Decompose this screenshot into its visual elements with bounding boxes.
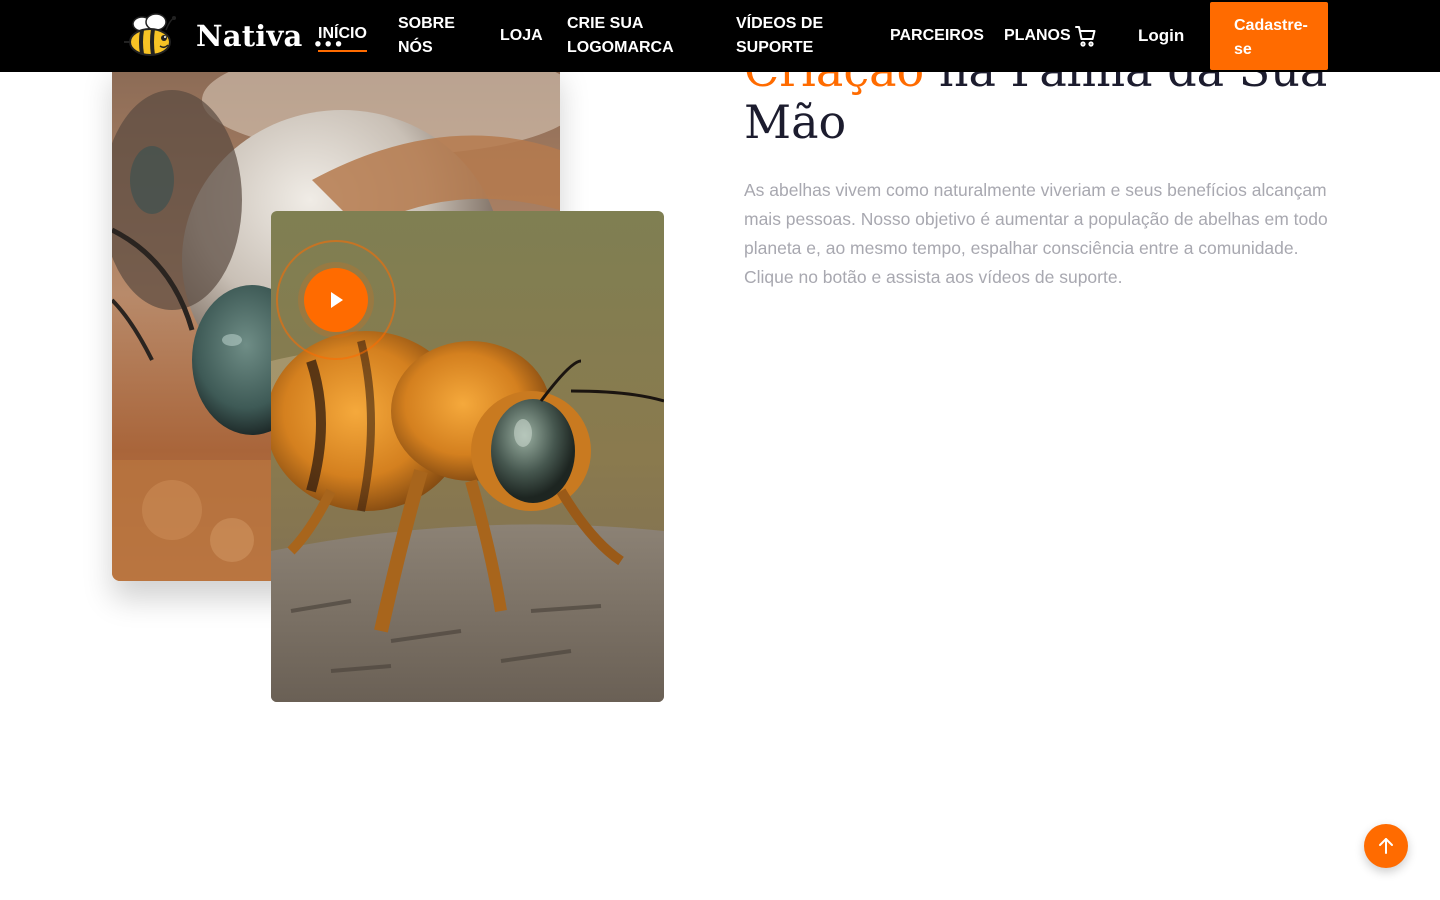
nav-loja[interactable]: LOJA bbox=[500, 24, 543, 48]
nav-inicio[interactable]: INÍCIO bbox=[318, 22, 367, 52]
login-link[interactable]: Login bbox=[1138, 24, 1184, 48]
play-video-button[interactable] bbox=[304, 268, 368, 332]
top-navbar: Nativa ... INÍCIO SOBRE NÓS LOJA CRIE SU… bbox=[0, 0, 1440, 72]
nav-logomarca-label-2: LOGOMARCA bbox=[567, 39, 674, 56]
nav-loja-label: LOJA bbox=[500, 27, 543, 44]
nav-logomarca-label-1: CRIE SUA bbox=[567, 15, 644, 32]
nav-planos[interactable]: PLANOS bbox=[1004, 24, 1071, 48]
nav-crie-logomarca[interactable]: CRIE SUA LOGOMARCA bbox=[567, 12, 674, 60]
nav-sobre-label-1: SOBRE bbox=[398, 15, 455, 32]
login-label: Login bbox=[1138, 26, 1185, 45]
brand[interactable]: Nativa ... bbox=[120, 8, 344, 64]
nav-parceiros-label: PARCEIROS bbox=[890, 27, 984, 44]
arrow-up-icon bbox=[1379, 838, 1393, 854]
nav-videos-label-1: VÍDEOS DE bbox=[736, 15, 824, 32]
shopping-cart-icon[interactable] bbox=[1074, 24, 1098, 48]
hero-description: As abelhas vivem como naturalmente viver… bbox=[744, 180, 1328, 287]
nav-videos-suporte[interactable]: VÍDEOS DE SUPORTE bbox=[736, 12, 823, 60]
bee-logo-icon bbox=[124, 13, 176, 56]
nav-sobre-nos[interactable]: SOBRE NÓS bbox=[398, 12, 455, 60]
nav-videos-label-2: SUPORTE bbox=[736, 39, 814, 56]
signup-label-1: Cadastre- bbox=[1234, 17, 1308, 34]
nav-inicio-label: INÍCIO bbox=[318, 25, 367, 42]
hero-heading-line2: Mão bbox=[744, 95, 847, 149]
nav-sobre-label-2: NÓS bbox=[398, 39, 433, 56]
nav-planos-label: PLANOS bbox=[1004, 27, 1071, 44]
back-to-top-button[interactable] bbox=[1364, 824, 1408, 868]
play-video-area bbox=[276, 240, 396, 360]
signup-button[interactable]: Cadastre- se bbox=[1210, 2, 1328, 70]
play-icon bbox=[331, 292, 343, 308]
signup-label-2: se bbox=[1234, 41, 1252, 58]
nav-parceiros[interactable]: PARCEIROS bbox=[890, 24, 984, 48]
